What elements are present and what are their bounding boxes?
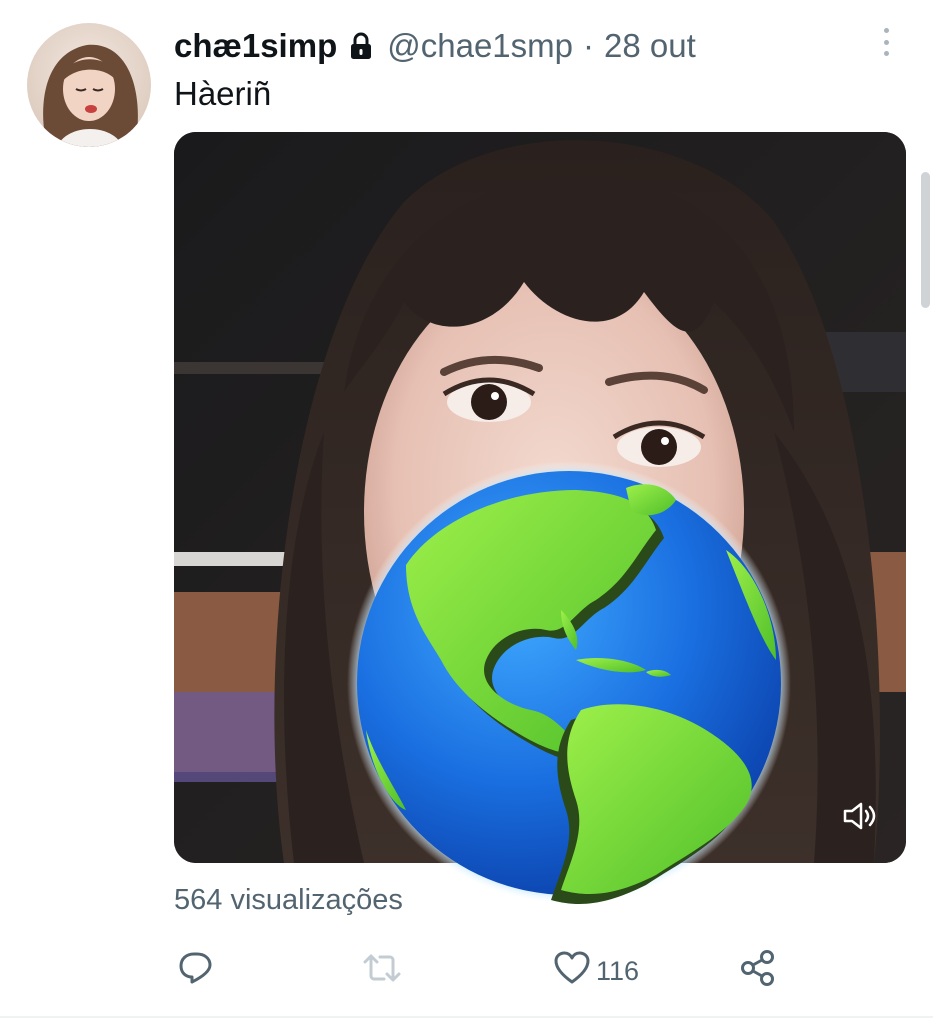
timestamp[interactable]: 28 out <box>604 27 696 65</box>
share-button[interactable] <box>740 948 776 994</box>
view-count[interactable]: 564 visualizações <box>174 884 403 917</box>
globe-showing-americas-icon <box>346 460 792 906</box>
more-icon[interactable] <box>876 26 896 58</box>
heart-icon <box>554 951 590 992</box>
like-count: 116 <box>596 955 640 986</box>
action-bar: 116 <box>174 948 794 994</box>
separator-dot: · <box>583 27 594 64</box>
scrollbar[interactable] <box>921 172 930 308</box>
lock-icon <box>349 32 373 60</box>
volume-icon[interactable] <box>842 801 878 831</box>
divider <box>0 1016 933 1018</box>
display-name[interactable]: chæ1simp <box>174 27 337 65</box>
share-icon <box>740 949 776 994</box>
retweet-icon <box>362 950 402 993</box>
avatar[interactable] <box>27 23 151 147</box>
tweet-text: Hàeriñ <box>174 75 272 112</box>
reply-button[interactable] <box>178 948 214 994</box>
tweet-header: chæ1simp @chae1smp · 28 out <box>174 24 696 68</box>
tweet: chæ1simp @chae1smp · 28 out Hàeriñ 564 v… <box>0 0 933 1024</box>
like-button[interactable]: 116 <box>554 948 639 994</box>
retweet-button[interactable] <box>362 948 402 994</box>
handle[interactable]: @chae1smp <box>387 27 573 65</box>
reply-icon <box>178 950 214 993</box>
